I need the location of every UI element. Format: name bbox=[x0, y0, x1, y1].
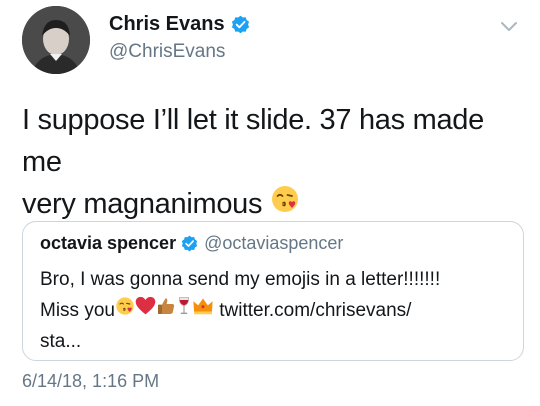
quoted-display-name: octavia spencer bbox=[40, 233, 177, 253]
crown-icon bbox=[192, 295, 214, 326]
avatar[interactable] bbox=[22, 6, 90, 74]
author-info: Chris Evans @ChrisEvans bbox=[109, 12, 250, 63]
red-heart-icon bbox=[135, 295, 156, 326]
wine-glass-icon bbox=[176, 295, 192, 326]
quoted-text-line: Miss you twitter.com/chrisevans/ bbox=[40, 295, 510, 326]
quoted-text-line: Bro, I was gonna send my emojis in a let… bbox=[40, 269, 441, 290]
display-name-row: Chris Evans bbox=[109, 12, 250, 36]
face-blowing-kiss-icon bbox=[115, 295, 135, 326]
display-name[interactable]: Chris Evans bbox=[109, 12, 225, 36]
quoted-text-line: sta... bbox=[40, 331, 82, 353]
quoted-handle: @octaviaspencer bbox=[204, 233, 344, 253]
thumbs-up-icon bbox=[156, 295, 176, 326]
tweet-text: I suppose I’ll let it slide. 37 has made… bbox=[22, 99, 527, 226]
quoted-tweet-text: Bro, I was gonna send my emojis in a let… bbox=[40, 264, 510, 357]
handle[interactable]: @ChrisEvans bbox=[109, 41, 250, 63]
quoted-tweet-header: octavia spencer @octaviaspencer bbox=[40, 233, 343, 254]
verified-badge-icon bbox=[231, 15, 250, 34]
tweet-text-line: I suppose I’ll let it slide. 37 has made… bbox=[22, 104, 484, 178]
quoted-text-segment: Miss you bbox=[40, 300, 115, 321]
verified-badge-icon bbox=[181, 235, 198, 252]
chevron-down-icon[interactable] bbox=[500, 20, 518, 32]
tweet-text-segment: very magnanimous bbox=[22, 188, 263, 220]
quoted-link[interactable]: twitter.com/chrisevans/ bbox=[219, 300, 411, 321]
tweet-text-line: very magnanimous bbox=[22, 183, 527, 226]
quoted-tweet-card[interactable]: octavia spencer @octaviaspencer Bro, I w… bbox=[22, 221, 524, 361]
tweet-header: Chris Evans @ChrisEvans bbox=[22, 6, 522, 76]
timestamp[interactable]: 6/14/18, 1:16 PM bbox=[22, 371, 159, 392]
